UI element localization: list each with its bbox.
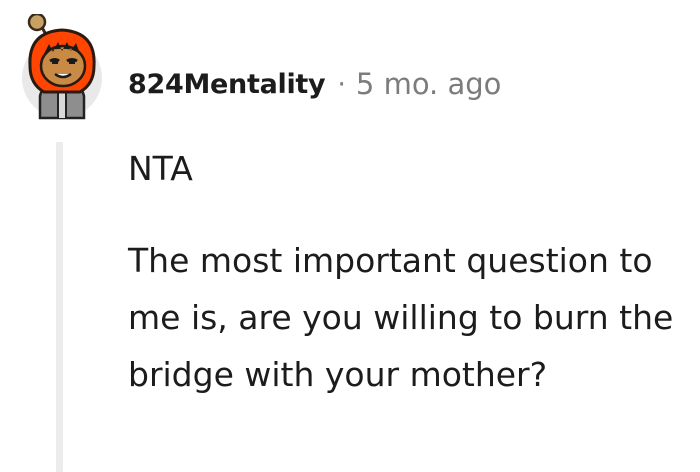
meta-separator: · <box>337 68 346 100</box>
comment-body: NTA The most important question to me is… <box>128 140 693 403</box>
comment-paragraph: NTA <box>128 149 193 188</box>
snoo-avatar-icon <box>22 12 102 120</box>
username-link[interactable]: 824Mentality <box>128 69 326 100</box>
avatar[interactable] <box>22 12 104 120</box>
timestamp-link[interactable]: 5 mo. ago <box>356 67 502 101</box>
comment-header: 824Mentality · 5 mo. ago <box>128 62 501 106</box>
thread-collapse-line[interactable] <box>56 142 63 472</box>
comment-paragraph: The most important question to me is, ar… <box>128 241 674 394</box>
comment: 824Mentality · 5 mo. ago NTA The most im… <box>0 0 700 472</box>
